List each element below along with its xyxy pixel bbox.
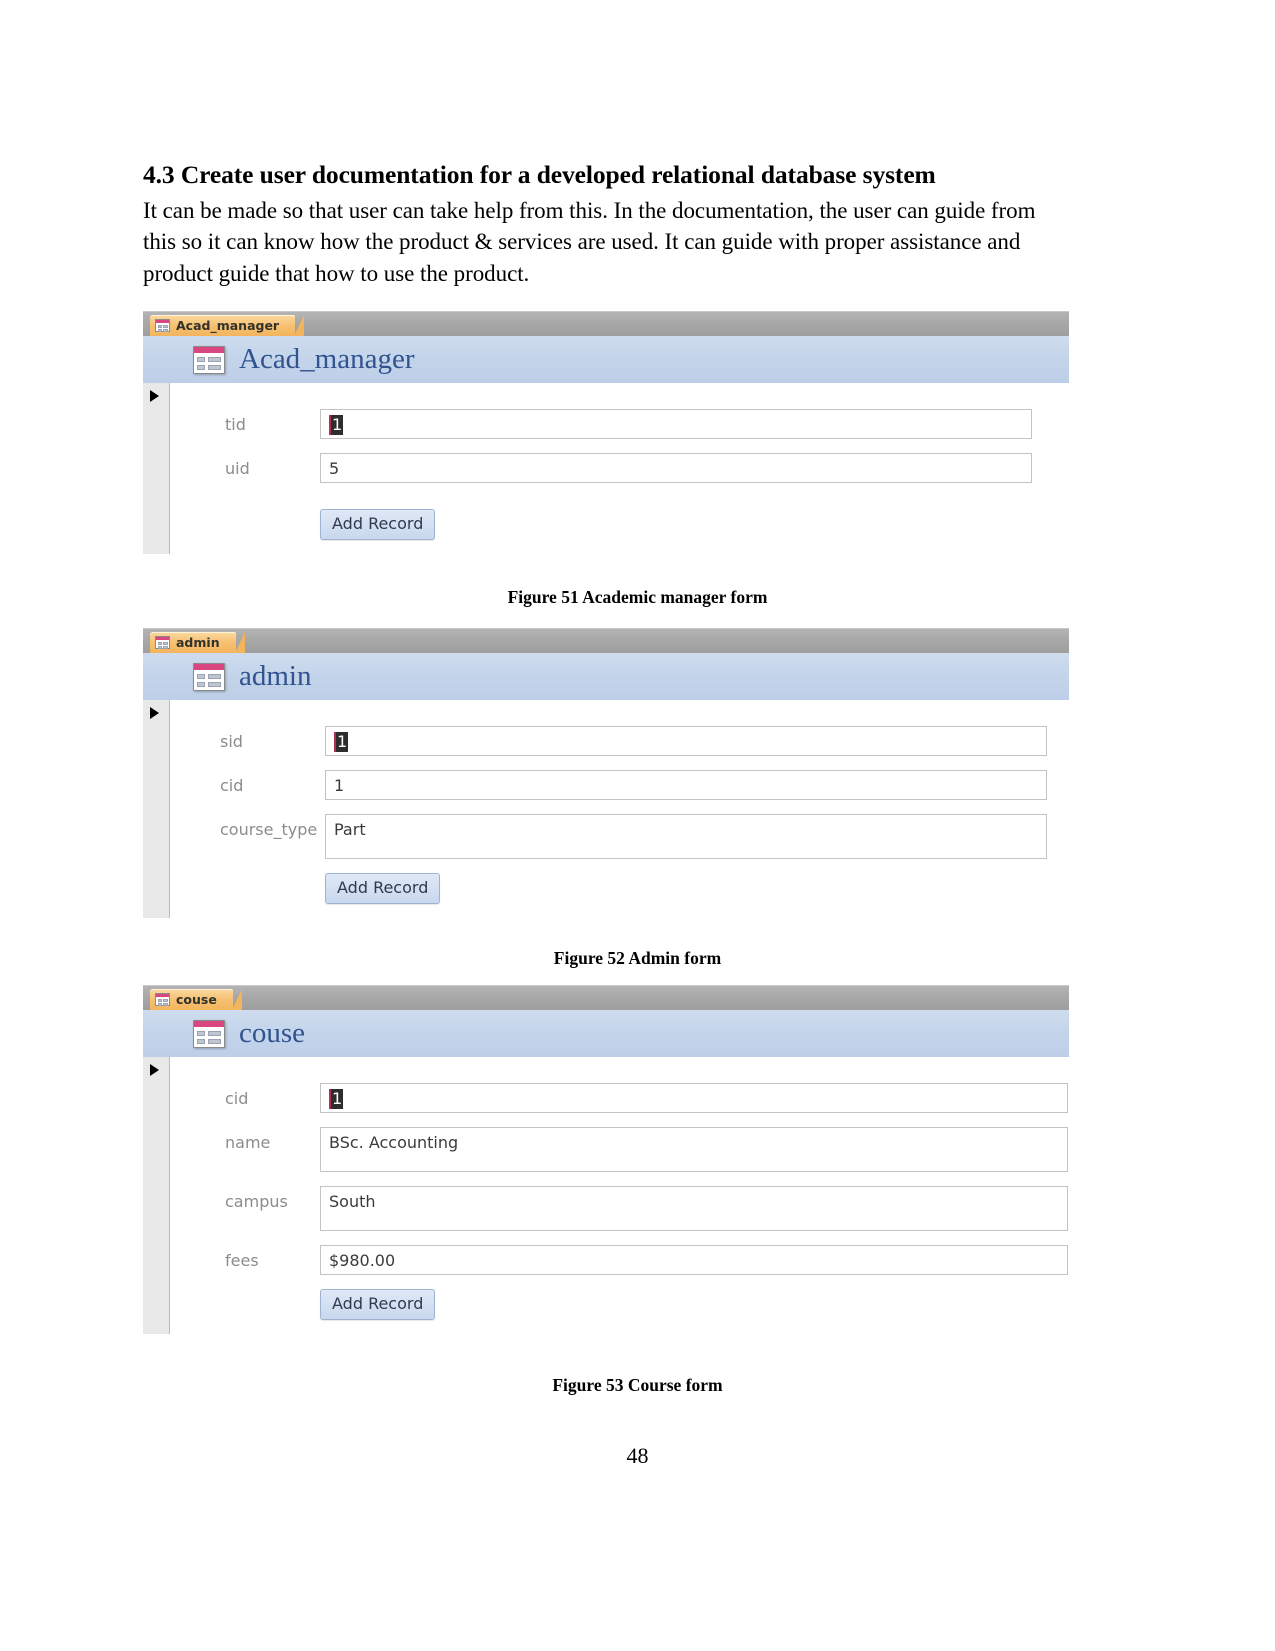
field-label: uid	[225, 459, 250, 478]
field-input-name[interactable]: BSc. Accounting	[320, 1127, 1068, 1172]
field-row-cid: cid 1	[170, 1083, 1069, 1113]
field-label: cid	[225, 1089, 249, 1108]
add-record-button[interactable]: Add Record	[325, 873, 441, 904]
field-row-tid: tid 1	[170, 409, 1069, 439]
figure-caption-52: Figure 52 Admin form	[553, 948, 722, 968]
form-title: Acad_manager	[239, 343, 415, 375]
form-title: admin	[239, 660, 312, 692]
field-value: 1	[329, 415, 344, 435]
field-row-fees: fees $980.00	[170, 1245, 1069, 1275]
field-label: sid	[220, 732, 243, 751]
form-icon	[155, 636, 170, 649]
form-header: admin	[143, 653, 1069, 700]
field-row-course-type: course_type Part	[170, 814, 1069, 859]
form-fields: cid 1 name BSc. Accounting campus South …	[170, 1057, 1069, 1334]
page-title: 4.3 Create user documentation for a deve…	[143, 160, 936, 189]
form-icon	[155, 993, 170, 1006]
record-selector[interactable]	[143, 383, 170, 554]
form-body: cid 1 name BSc. Accounting campus South …	[143, 1057, 1069, 1334]
field-row-cid: cid 1	[170, 770, 1069, 800]
form-footer	[143, 554, 1069, 572]
form-fields: tid 1 uid 5 Add Record	[170, 383, 1069, 554]
field-input-course-type[interactable]: Part	[325, 814, 1047, 859]
form-actions: Add Record	[170, 873, 1069, 904]
field-input-cid[interactable]: 1	[325, 770, 1047, 800]
form-body: tid 1 uid 5 Add Record	[143, 383, 1069, 554]
tab-label: couse	[176, 992, 217, 1007]
field-value: 1	[334, 732, 349, 752]
current-record-arrow-icon	[150, 390, 159, 402]
tab-strip: couse	[143, 986, 1069, 1010]
document-page: 4.3 Create user documentation for a deve…	[0, 0, 1275, 1651]
form-header: couse	[143, 1010, 1069, 1057]
field-input-uid[interactable]: 5	[320, 453, 1032, 483]
body-paragraph: It can be made so that user can take hel…	[143, 197, 1036, 286]
form-body: sid 1 cid 1 course_type Part Add Record	[143, 700, 1069, 918]
field-row-sid: sid 1	[170, 726, 1069, 756]
add-record-button[interactable]: Add Record	[320, 509, 436, 540]
page-number: 48	[626, 1443, 649, 1468]
field-label: tid	[225, 415, 246, 434]
access-form-screenshot-acad-manager: Acad_manager Acad_manager tid 1 uid 5 Ad…	[143, 311, 1069, 572]
field-row-name: name BSc. Accounting	[170, 1127, 1069, 1172]
access-form-screenshot-admin: admin admin sid 1 cid 1 course_type Part…	[143, 628, 1069, 942]
form-footer	[143, 1334, 1069, 1356]
tab-label: admin	[176, 635, 220, 650]
field-row-campus: campus South	[170, 1186, 1069, 1231]
figure-caption-53: Figure 53 Course form	[552, 1375, 723, 1395]
field-input-sid[interactable]: 1	[325, 726, 1047, 756]
form-icon	[193, 662, 225, 691]
tab-strip: admin	[143, 629, 1069, 653]
tab-acad-manager[interactable]: Acad_manager	[150, 315, 305, 336]
form-footer	[143, 918, 1069, 942]
tab-admin[interactable]: admin	[150, 632, 245, 653]
form-actions: Add Record	[170, 1289, 1069, 1320]
field-input-tid[interactable]: 1	[320, 409, 1032, 439]
field-label: campus	[225, 1192, 288, 1211]
form-header: Acad_manager	[143, 336, 1069, 383]
current-record-arrow-icon	[150, 1064, 159, 1076]
form-icon	[155, 319, 170, 332]
record-selector[interactable]	[143, 700, 170, 918]
document-content: 4.3 Create user documentation for a deve…	[143, 160, 1068, 289]
form-title: couse	[239, 1017, 306, 1049]
tab-label: Acad_manager	[176, 318, 280, 333]
form-fields: sid 1 cid 1 course_type Part Add Record	[170, 700, 1069, 918]
form-icon	[193, 345, 225, 374]
tab-couse[interactable]: couse	[150, 989, 242, 1010]
access-form-screenshot-couse: couse couse cid 1 name BSc. Accounting c…	[143, 985, 1069, 1356]
field-label: course_type	[220, 820, 318, 839]
field-input-campus[interactable]: South	[320, 1186, 1068, 1231]
figure-caption-51: Figure 51 Academic manager form	[507, 587, 768, 607]
field-value: 1	[329, 1089, 344, 1109]
field-input-cid[interactable]: 1	[320, 1083, 1068, 1113]
tab-strip: Acad_manager	[143, 312, 1069, 336]
field-label: fees	[225, 1251, 259, 1270]
field-input-fees[interactable]: $980.00	[320, 1245, 1068, 1275]
current-record-arrow-icon	[150, 707, 159, 719]
form-actions: Add Record	[170, 509, 1069, 540]
add-record-button[interactable]: Add Record	[320, 1289, 436, 1320]
field-row-uid: uid 5	[170, 453, 1069, 483]
field-label: name	[225, 1133, 271, 1152]
record-selector[interactable]	[143, 1057, 170, 1334]
field-label: cid	[220, 776, 244, 795]
form-icon	[193, 1019, 225, 1048]
